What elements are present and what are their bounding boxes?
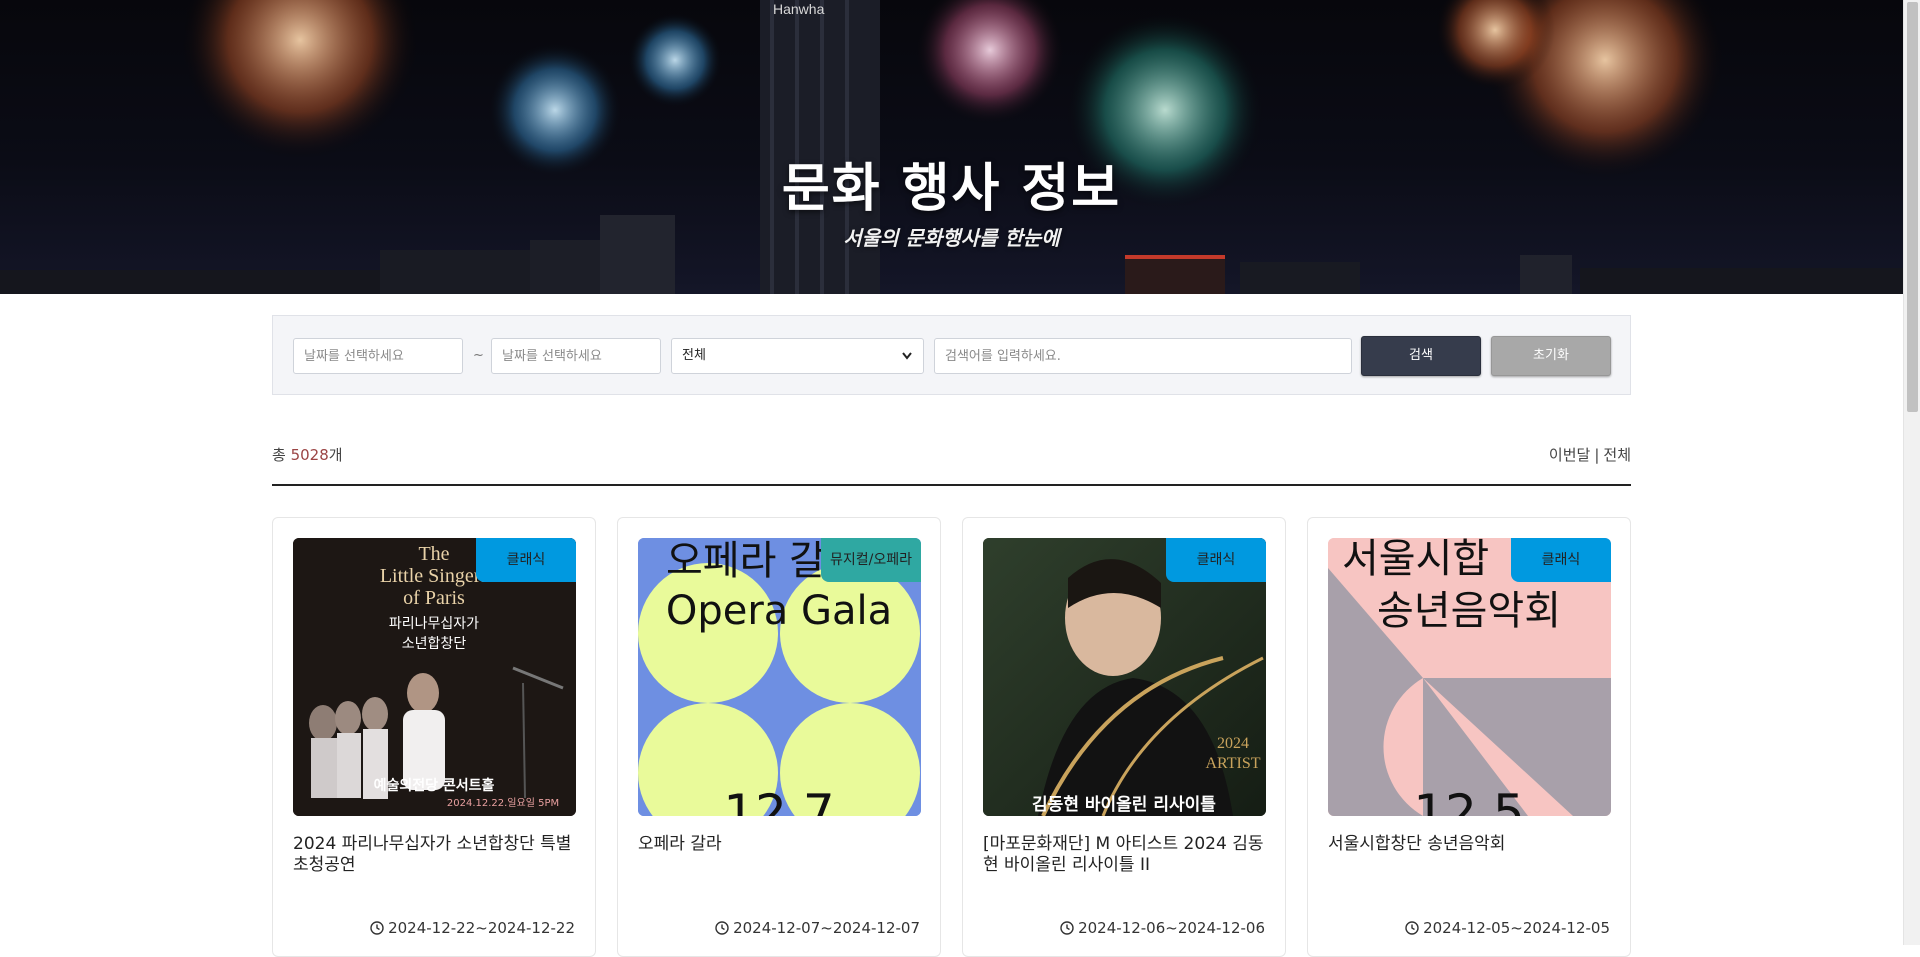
event-poster[interactable]: 오페라 갈 Opera Gala 12.7 뮤지컬/오페라 (638, 538, 921, 816)
scrollbar-thumb[interactable] (1907, 2, 1918, 412)
event-poster[interactable]: The Little Singers of Paris 파리나무십자가 소년합창… (293, 538, 576, 816)
total-count: 총 5028개 (272, 444, 343, 465)
filter-this-month[interactable]: 이번달 (1549, 446, 1590, 464)
category-select[interactable]: 전체 (671, 338, 924, 374)
category-badge: 클래식 (476, 538, 576, 582)
event-poster[interactable]: 서울시합 송년음악회 12.5 클래식 (1328, 538, 1611, 816)
category-badge: 클래식 (1511, 538, 1611, 582)
poster-text-line: Little Singers (380, 565, 489, 587)
total-suffix: 개 (328, 446, 343, 464)
period-filter: 이번달 | 전체 (1549, 444, 1631, 465)
search-button[interactable]: 검색 (1361, 336, 1481, 376)
poster-text-line: of Paris (403, 587, 465, 609)
filter-separator: | (1594, 446, 1600, 464)
poster-text-line: 서울시합 (1342, 538, 1489, 582)
poster-date: 12.5 (1413, 784, 1524, 816)
poster-venue: 예술의전당 콘서트홀 (374, 777, 495, 794)
poster-text-line: 오페라 갈 (666, 538, 826, 584)
poster-text-line: 송년음악회 (1377, 588, 1561, 634)
reset-button[interactable]: 초기화 (1491, 336, 1611, 376)
filter-all[interactable]: 전체 (1603, 446, 1631, 464)
clock-icon (370, 921, 384, 939)
poster-date: 2024.12.22.일요일 5PM (447, 797, 559, 809)
poster-date: 12.7 (723, 784, 834, 816)
clock-icon (1405, 921, 1419, 939)
event-poster[interactable]: 2024 ARTIST 김동현 바이올린 리사이틀 클래식 (983, 538, 1266, 816)
category-select-value: 전체 (682, 348, 706, 363)
event-title[interactable]: 2024 파리나무십자가 소년합창단 특별초청공연 (293, 834, 577, 876)
search-panel: ~ 전체 검색 초기화 (272, 315, 1631, 395)
event-card[interactable]: 서울시합 송년음악회 12.5 클래식 서울시합창단 송년음악회 2024-12… (1307, 517, 1631, 957)
end-date-input[interactable] (491, 338, 661, 374)
poster-text-line: 2024 (1217, 735, 1249, 752)
event-date-text: 2024-12-07~2024-12-07 (733, 919, 920, 937)
event-card[interactable]: 2024 ARTIST 김동현 바이올린 리사이틀 클래식 [마포문화재단] M… (962, 517, 1286, 957)
category-badge: 뮤지컬/오페라 (821, 538, 921, 582)
poster-title: 김동현 바이올린 리사이틀 (1032, 795, 1216, 815)
section-divider (272, 484, 1631, 486)
event-date: 2024-12-22~2024-12-22 (370, 919, 575, 939)
poster-text-line: The (418, 543, 449, 565)
page-subtitle: 서울의 문화행사를 한눈에 (843, 226, 1060, 250)
category-badge: 클래식 (1166, 538, 1266, 582)
event-date: 2024-12-07~2024-12-07 (715, 919, 920, 939)
event-title[interactable]: 서울시합창단 송년음악회 (1328, 834, 1612, 855)
event-date: 2024-12-06~2024-12-06 (1060, 919, 1265, 939)
event-date-text: 2024-12-22~2024-12-22 (388, 919, 575, 937)
clock-icon (1060, 921, 1074, 939)
building-logo-text: Hanwha (773, 1, 825, 17)
page-title: 문화 행사 정보 (781, 159, 1122, 219)
poster-text-line: Opera Gala (666, 588, 892, 634)
event-date: 2024-12-05~2024-12-05 (1405, 919, 1610, 939)
clock-icon (715, 921, 729, 939)
start-date-input[interactable] (293, 338, 463, 374)
event-title[interactable]: [마포문화재단] M 아티스트 2024 김동현 바이올린 리사이틀 II (983, 834, 1267, 876)
event-card[interactable]: 오페라 갈 Opera Gala 12.7 뮤지컬/오페라 오페라 갈라 202… (617, 517, 941, 957)
total-prefix: 총 (272, 446, 291, 464)
event-card[interactable]: The Little Singers of Paris 파리나무십자가 소년합창… (272, 517, 596, 957)
event-date-text: 2024-12-05~2024-12-05 (1423, 919, 1610, 937)
event-title[interactable]: 오페라 갈라 (638, 834, 922, 855)
chevron-down-icon (901, 339, 913, 386)
hero-banner: Hanwha 문화 행사 정보 서울의 문화행사를 한눈에 (0, 0, 1903, 294)
poster-text-line: 소년합창단 (402, 636, 467, 652)
keyword-search-input[interactable] (934, 338, 1352, 374)
date-range-separator: ~ (473, 348, 484, 363)
poster-text-line: ARTIST (1205, 755, 1260, 772)
page-scrollbar[interactable] (1903, 0, 1920, 945)
event-date-text: 2024-12-06~2024-12-06 (1078, 919, 1265, 937)
total-count-number: 5028 (290, 446, 329, 464)
poster-text-line: 파리나무십자가 (389, 616, 479, 632)
